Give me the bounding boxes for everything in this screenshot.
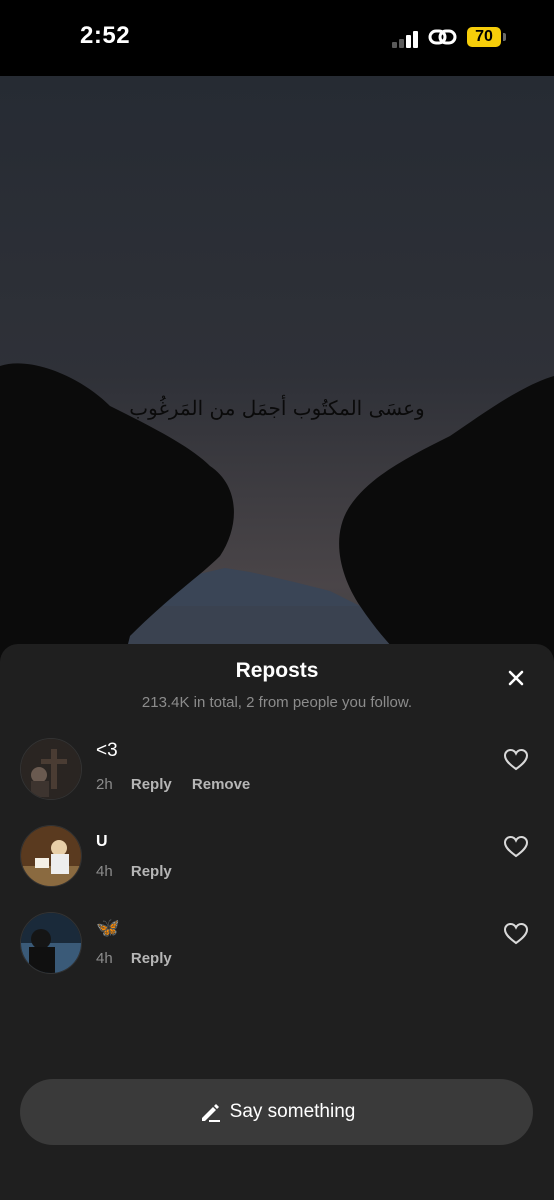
heart-icon[interactable] (503, 835, 529, 859)
comment-text: 🦋 (96, 918, 120, 939)
video-background[interactable]: وعسَى المكتُوب أجمَل من المَرغُوب (0, 76, 554, 676)
say-something-input[interactable]: Say something (20, 1079, 533, 1145)
heart-icon[interactable] (503, 748, 529, 772)
heart-icon[interactable] (503, 922, 529, 946)
comment-meta: 2h Reply Remove (96, 776, 266, 793)
comment-meta: 4h Reply (96, 863, 188, 880)
reposts-sheet: Reposts 213.4K in total, 2 from people y… (0, 644, 554, 1200)
sheet-title: Reposts (235, 659, 319, 682)
comment-text: <3 (96, 740, 118, 761)
status-time: 2:52 (80, 22, 131, 49)
comment-time: 4h (96, 950, 113, 967)
comment-item: U 4h Reply (0, 825, 554, 905)
reply-button[interactable]: Reply (131, 776, 172, 793)
battery-level: 70 (467, 27, 501, 47)
reply-button[interactable]: Reply (131, 863, 172, 880)
avatar[interactable] (20, 912, 82, 974)
say-something-label: Say something (229, 1101, 356, 1122)
comment-item: 🦋 4h Reply (0, 912, 554, 992)
comment-time: 2h (96, 776, 113, 793)
battery-icon: 70 (467, 27, 507, 47)
sheet-subtitle: 213.4K in total, 2 from people you follo… (141, 694, 413, 711)
pencil-icon (201, 1104, 220, 1122)
reply-button[interactable]: Reply (131, 950, 172, 967)
comment-text: U (96, 833, 108, 850)
signal-icon (392, 30, 422, 48)
video-caption: وعسَى المكتُوب أجمَل من المَرغُوب (129, 396, 425, 420)
link-icon (428, 29, 457, 45)
comment-time: 4h (96, 863, 113, 880)
remove-button[interactable]: Remove (192, 776, 250, 793)
close-icon[interactable] (503, 665, 529, 691)
comment-meta: 4h Reply (96, 950, 188, 967)
status-bar: 2:52 70 (0, 0, 554, 76)
avatar[interactable] (20, 738, 82, 800)
avatar[interactable] (20, 825, 82, 887)
comment-item: <3 2h Reply Remove (0, 738, 554, 818)
